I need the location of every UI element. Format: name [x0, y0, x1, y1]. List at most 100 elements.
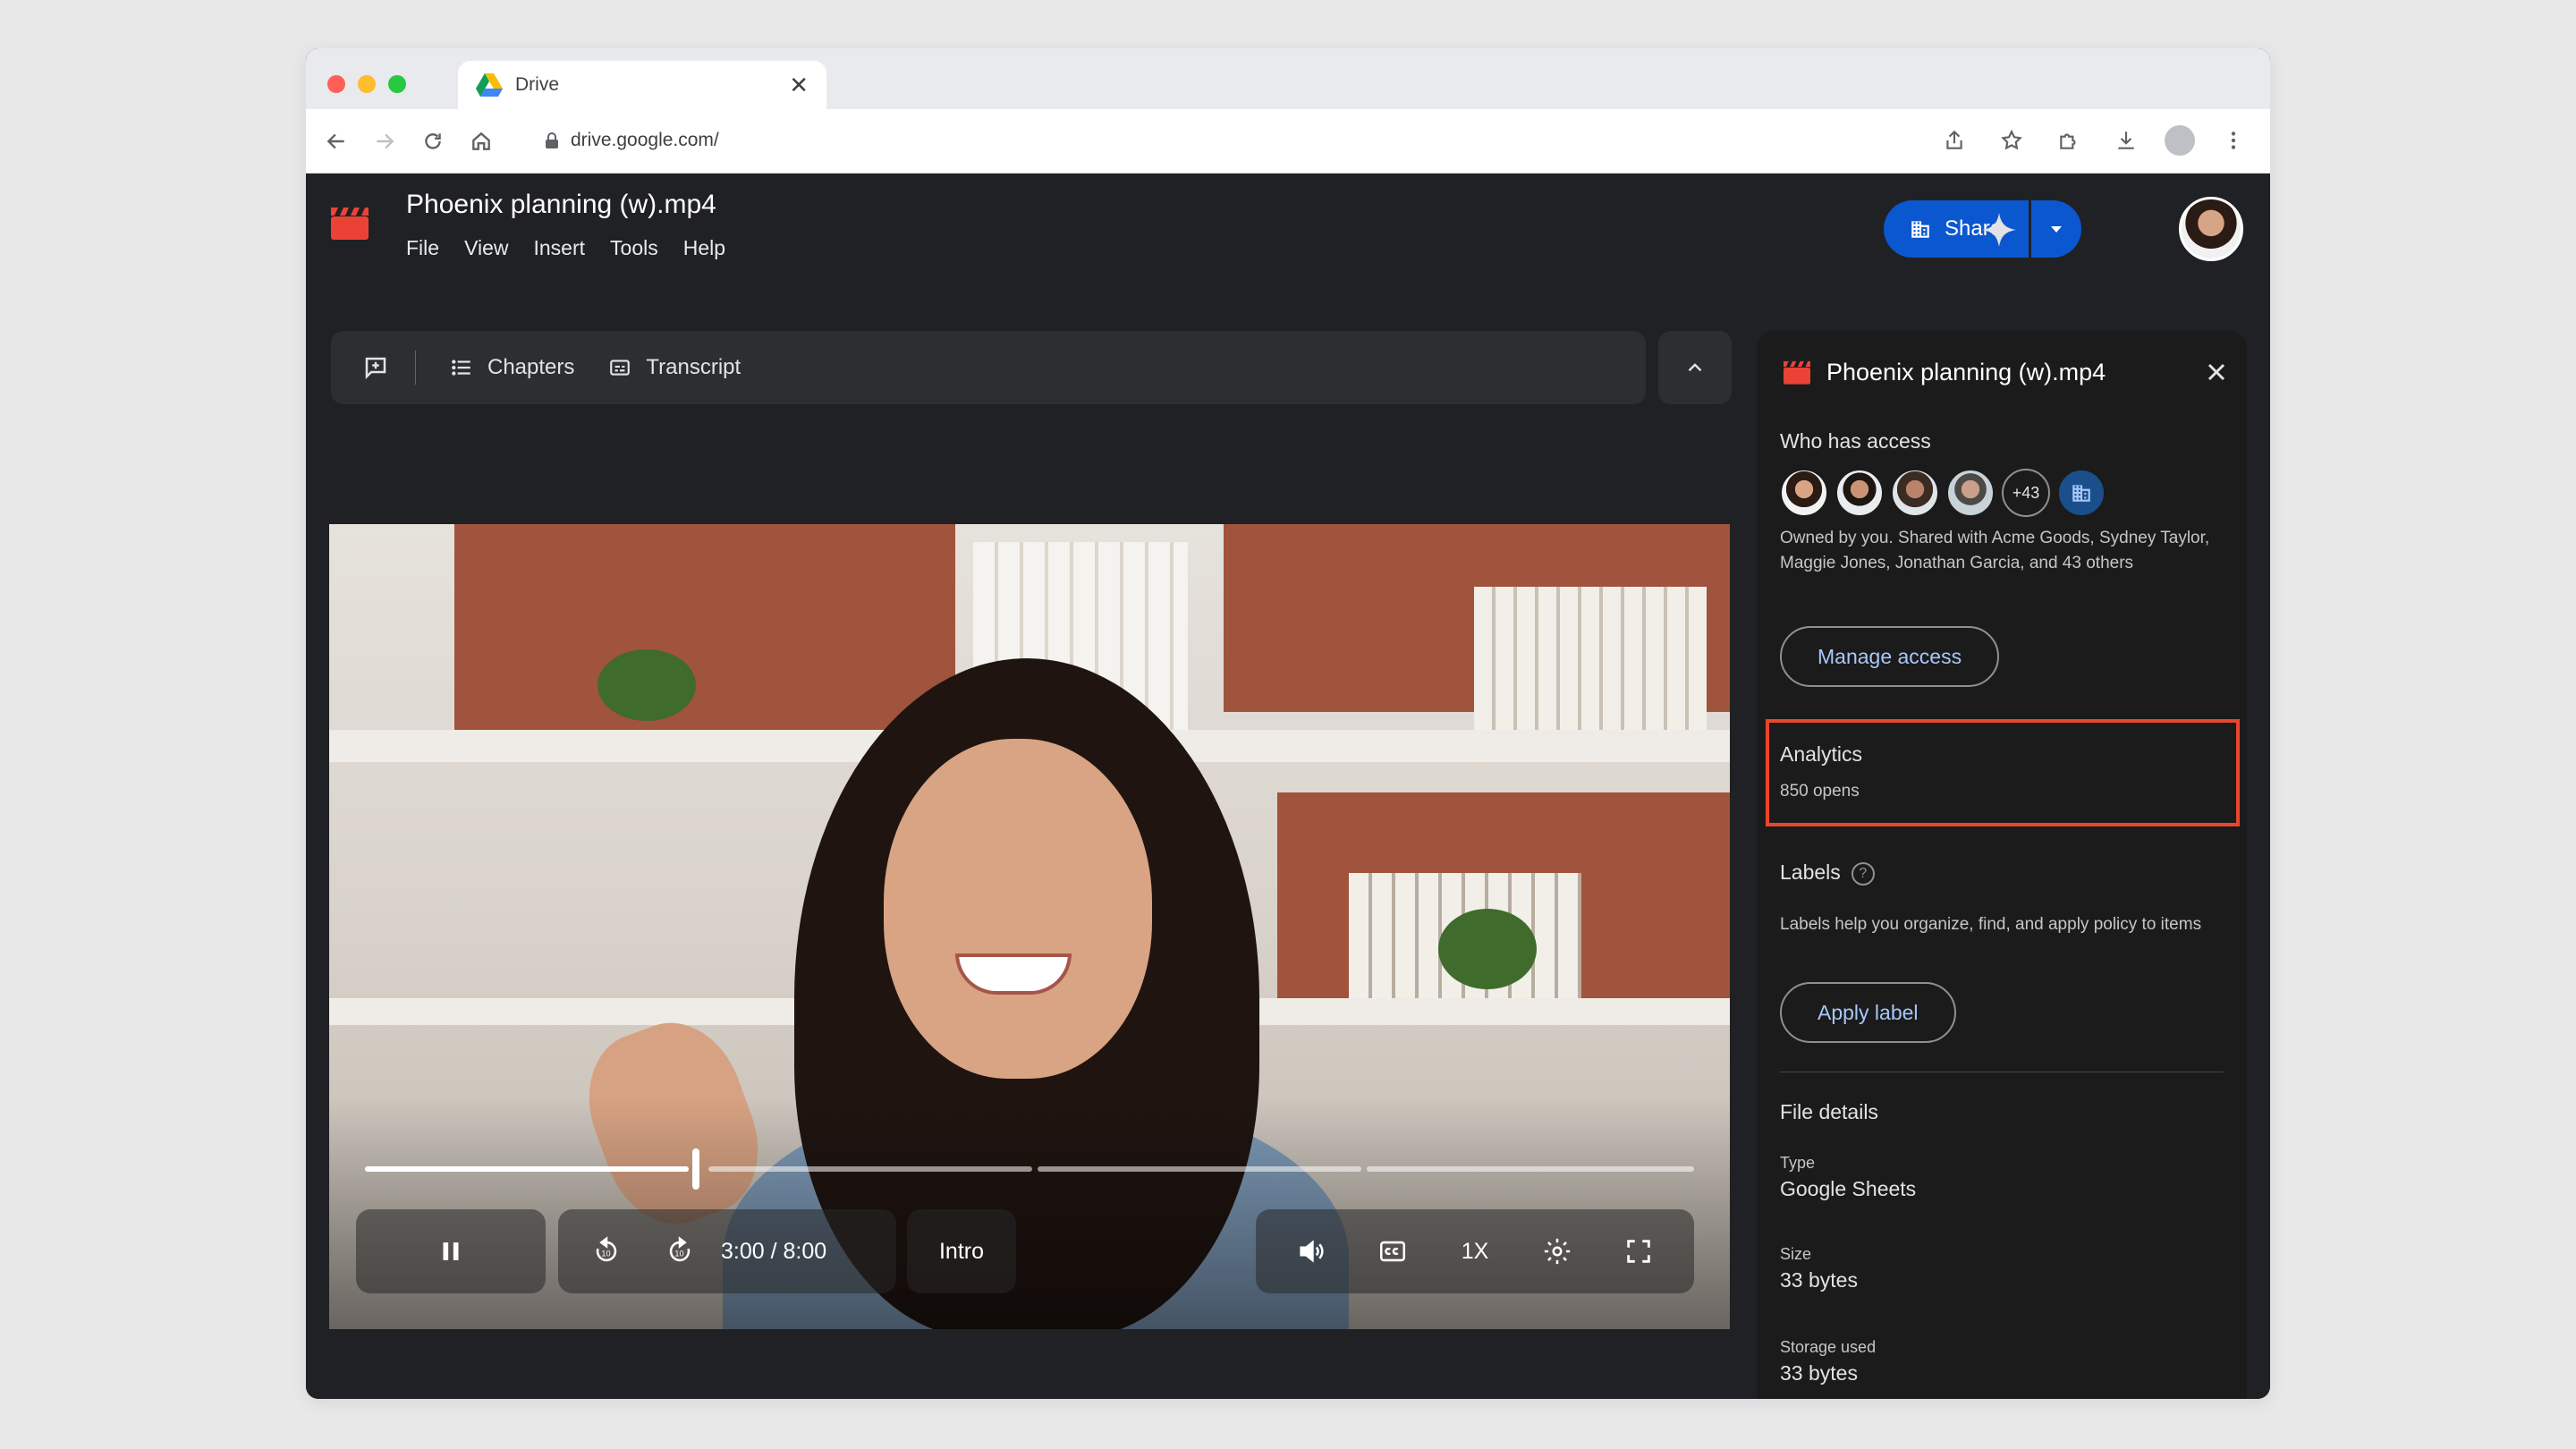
progress-scrubber[interactable] — [692, 1148, 699, 1190]
window-close-dot[interactable] — [327, 75, 345, 93]
account-avatar[interactable] — [2179, 197, 2243, 261]
chapter-segment[interactable] — [365, 1166, 689, 1172]
help-icon[interactable]: ? — [1851, 861, 1875, 886]
who-has-access-heading: Who has access — [1780, 429, 1931, 453]
volume-icon — [1300, 1240, 1324, 1263]
video-plant — [1438, 909, 1537, 989]
close-icon[interactable] — [2202, 358, 2231, 386]
storage-used-value: 33 bytes — [1780, 1361, 1858, 1385]
browser-toolbar-actions — [1936, 122, 2252, 159]
avatar[interactable] — [1946, 469, 1995, 517]
file-title[interactable]: Phoenix planning (w).mp4 — [406, 190, 716, 220]
toolbar-divider — [415, 351, 416, 385]
current-chapter-label: Intro — [938, 1238, 985, 1264]
menu-insert[interactable]: Insert — [534, 236, 586, 260]
extensions-puzzle-icon[interactable] — [2050, 122, 2088, 159]
replay-10-icon: 10 — [596, 1236, 617, 1262]
clapperboard-icon — [1784, 360, 1810, 385]
window-maximize-dot[interactable] — [388, 75, 406, 93]
type-value: Google Sheets — [1780, 1177, 1917, 1200]
pause-button[interactable] — [356, 1209, 546, 1293]
transcript-button[interactable]: Transcript — [608, 355, 741, 380]
browser-toolbar: drive.google.com/ — [306, 109, 2270, 174]
more-people-badge[interactable]: +43 — [2002, 469, 2050, 517]
menu-file[interactable]: File — [406, 236, 439, 260]
labels-description: Labels help you organize, find, and appl… — [1780, 915, 2202, 934]
tab-close-icon[interactable]: ✕ — [789, 73, 809, 97]
clapperboard-icon — [331, 208, 369, 240]
home-icon[interactable] — [463, 123, 499, 159]
labels-heading-text: Labels — [1780, 860, 1841, 884]
drive-logo-icon — [476, 73, 503, 97]
menu-view[interactable]: View — [464, 236, 508, 260]
analytics-highlight-box — [1766, 719, 2240, 826]
forward-arrow-icon[interactable] — [367, 123, 402, 159]
menu-help[interactable]: Help — [683, 236, 725, 260]
browser-profile-avatar[interactable] — [2165, 125, 2195, 156]
gear-icon — [1544, 1238, 1570, 1265]
fullscreen-button[interactable] — [1612, 1224, 1665, 1278]
play-control-group — [356, 1209, 546, 1293]
transcript-label: Transcript — [646, 355, 741, 379]
avatar[interactable] — [1891, 469, 1939, 517]
drive-video-app: Phoenix planning (w).mp4 File View Inser… — [306, 174, 2270, 1399]
sharing-summary: Owned by you. Shared with Acme Goods, Sy… — [1780, 529, 2210, 572]
analytics-heading: Analytics — [1780, 742, 1863, 766]
chapter-segment[interactable] — [708, 1166, 1032, 1172]
settings-button[interactable] — [1530, 1224, 1584, 1278]
progress-bar[interactable] — [365, 1148, 1694, 1190]
details-panel-header: Phoenix planning (w).mp4 — [1784, 354, 2231, 390]
tab-title: Drive — [515, 74, 560, 95]
chapter-segment[interactable] — [1367, 1166, 1694, 1172]
rewind-10-button[interactable]: 10 — [581, 1224, 631, 1278]
avatar[interactable] — [1780, 469, 1828, 517]
subtitles-icon — [610, 360, 631, 376]
url-text: drive.google.com/ — [571, 130, 719, 150]
svg-text:10: 10 — [601, 1250, 610, 1258]
details-panel-title: Phoenix planning (w).mp4 — [1826, 358, 2106, 386]
avatar[interactable] — [1835, 469, 1884, 517]
chapter-chip[interactable]: Intro — [907, 1209, 1016, 1293]
share-page-icon[interactable] — [1936, 122, 1973, 159]
access-avatars[interactable]: +43 — [1780, 469, 2106, 517]
video-plant — [597, 649, 696, 721]
chapters-button[interactable]: Chapters — [450, 355, 574, 380]
manage-access-button[interactable]: Manage access — [1780, 626, 2000, 687]
volume-button[interactable] — [1284, 1224, 1338, 1278]
player-toolbar: Chapters Transcript — [331, 331, 1646, 404]
bookmark-star-icon[interactable] — [1993, 122, 2030, 159]
size-value: 33 bytes — [1780, 1268, 1858, 1292]
menu-tools[interactable]: Tools — [610, 236, 658, 260]
video-books — [1474, 587, 1707, 730]
chapter-segment[interactable] — [1038, 1166, 1361, 1172]
more-vert-icon[interactable] — [2215, 122, 2252, 159]
pause-icon — [443, 1242, 459, 1260]
video-player[interactable]: 10 10 3:00 / 8:00 Intro 1X — [329, 524, 1730, 1329]
analytics-opens-count: 850 opens — [1780, 782, 1860, 801]
collapse-toolbar-button[interactable] — [1658, 331, 1732, 404]
forward-10-icon: 10 — [669, 1236, 691, 1262]
window-minimize-dot[interactable] — [358, 75, 376, 93]
closed-captions-icon — [1380, 1241, 1406, 1262]
playback-speed-button[interactable]: 1X — [1448, 1224, 1502, 1278]
list-icon — [452, 360, 470, 376]
labels-heading: Labels? — [1780, 860, 1875, 886]
download-icon[interactable] — [2107, 122, 2145, 159]
address-bar[interactable]: drive.google.com/ — [530, 118, 2068, 163]
back-arrow-icon[interactable] — [318, 123, 354, 159]
browser-tab-drive[interactable]: Drive ✕ — [458, 61, 826, 109]
reload-icon[interactable] — [415, 123, 451, 159]
forward-10-button[interactable]: 10 — [655, 1224, 705, 1278]
captions-button[interactable] — [1366, 1224, 1419, 1278]
building-icon — [2072, 485, 2090, 502]
apply-label-button[interactable]: Apply label — [1780, 982, 1956, 1043]
add-comment-icon[interactable] — [358, 350, 394, 386]
chapters-label: Chapters — [487, 355, 575, 379]
sparkle-icon[interactable] — [1980, 211, 2018, 249]
browser-window: Drive ✕ drive.google.com/ Phoenix planni… — [306, 48, 2270, 1399]
settings-control-group: 1X — [1256, 1209, 1694, 1293]
menu-bar: File View Insert Tools Help — [406, 236, 725, 260]
share-dropdown-button[interactable] — [2031, 200, 2082, 258]
organization-avatar[interactable] — [2057, 469, 2106, 517]
caret-down-icon — [2051, 226, 2063, 233]
